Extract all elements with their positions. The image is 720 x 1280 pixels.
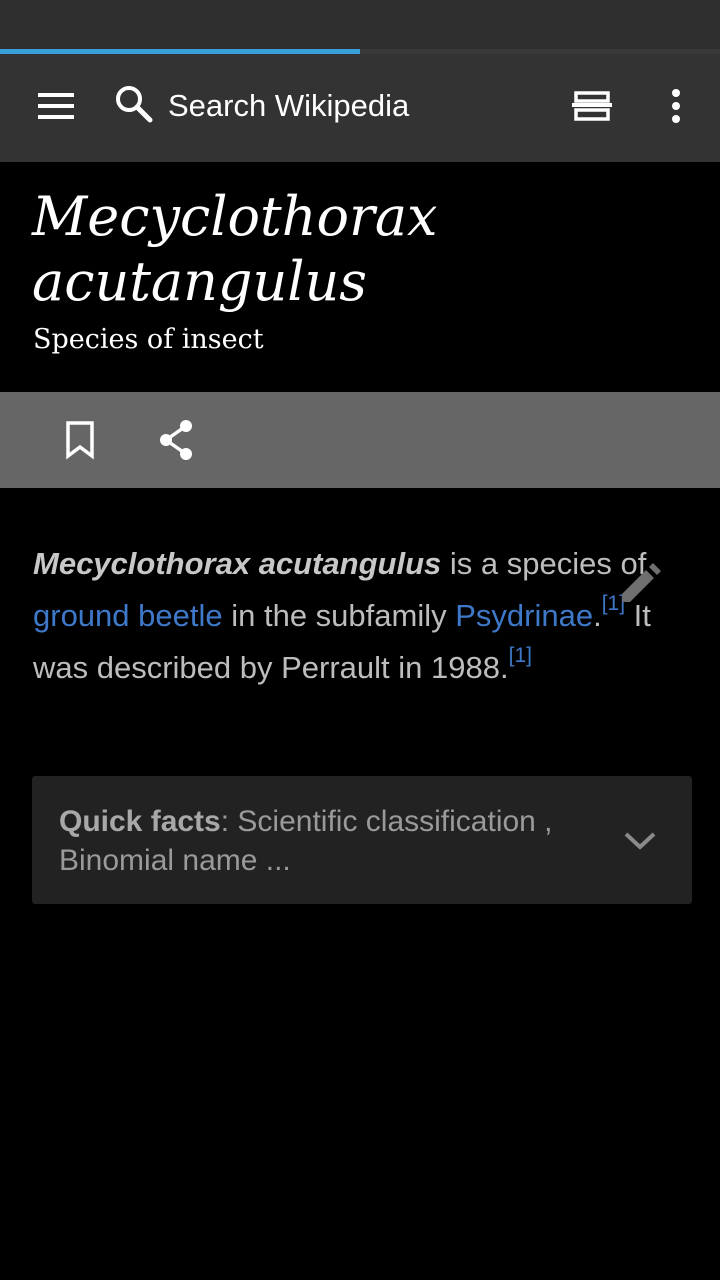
save-bookmark-button[interactable] <box>52 412 108 468</box>
share-button[interactable] <box>148 412 204 468</box>
overflow-menu-button[interactable] <box>648 78 704 134</box>
search-button[interactable]: Search Wikipedia <box>108 76 468 136</box>
lead-paragraph: Mecyclothorax acutangulus is a species o… <box>33 538 673 694</box>
search-icon <box>114 84 154 129</box>
chevron-down-icon <box>624 832 656 850</box>
quick-facts-text: Quick facts: Scientific classification ,… <box>59 802 599 880</box>
lead-bold-name: Mecyclothorax acutangulus <box>33 546 442 581</box>
status-bar <box>0 0 720 50</box>
edit-section-button[interactable] <box>608 556 672 612</box>
reading-lists-icon <box>572 91 612 121</box>
bookmark-icon <box>66 421 94 460</box>
quick-facts-label: Quick facts <box>59 805 221 838</box>
reading-lists-button[interactable] <box>560 78 624 134</box>
article-header: Mecyclothorax acutangulus Species of ins… <box>0 162 720 392</box>
link-ground-beetle[interactable]: ground beetle <box>33 598 223 633</box>
article-content: Mecyclothorax acutangulus is a species o… <box>0 488 720 1280</box>
reference-link-2[interactable]: [1] <box>509 644 532 667</box>
more-vertical-icon <box>672 89 680 123</box>
article-action-bar <box>0 392 720 488</box>
quick-facts-box[interactable]: Quick facts: Scientific classification ,… <box>32 776 692 904</box>
lead-text-2: in the subfamily <box>222 598 456 633</box>
app-screen: Search Wikipedia Mecyclothorax acutangul… <box>0 0 720 1280</box>
pencil-icon <box>622 563 661 602</box>
share-icon <box>160 420 192 460</box>
quick-facts-expand[interactable] <box>612 812 668 868</box>
page-title: Mecyclothorax acutangulus <box>32 185 438 313</box>
search-placeholder: Search Wikipedia <box>168 88 410 123</box>
menu-button[interactable] <box>24 78 88 134</box>
link-psydrinae[interactable]: Psydrinae <box>455 598 593 633</box>
page-description: Species of insect <box>33 324 264 355</box>
lead-text-3: . <box>593 598 602 633</box>
top-toolbar: Search Wikipedia <box>0 54 720 162</box>
hamburger-menu-icon <box>38 93 74 119</box>
